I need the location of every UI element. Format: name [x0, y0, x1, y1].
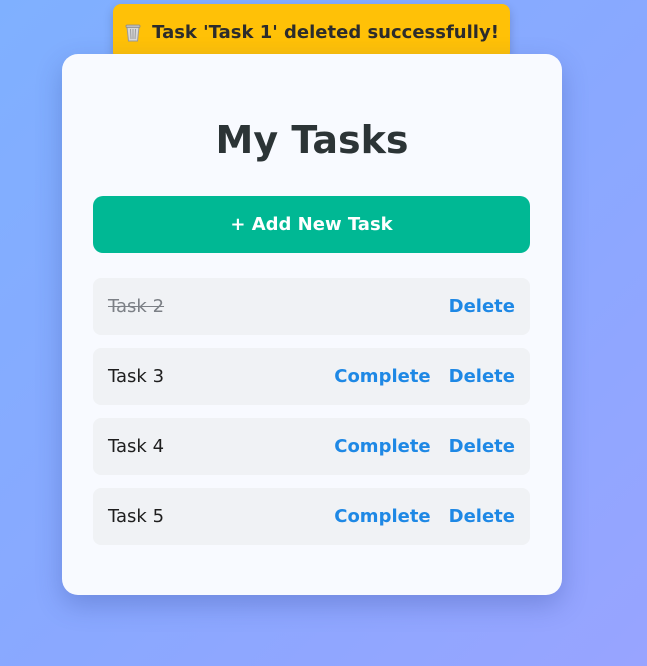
page-title: My Tasks — [215, 118, 409, 162]
task-name: Task 2 — [108, 296, 165, 317]
complete-button[interactable]: Complete — [334, 436, 430, 457]
delete-button[interactable]: Delete — [449, 506, 515, 527]
task-row: Task 2 Delete — [93, 278, 530, 335]
complete-button[interactable]: Complete — [334, 506, 430, 527]
toast-notification: Task 'Task 1' deleted successfully! — [113, 4, 510, 60]
task-name: Task 4 — [108, 436, 165, 457]
task-row: Task 4 Complete Delete — [93, 418, 530, 475]
task-name: Task 3 — [108, 366, 165, 387]
task-actions: Delete — [449, 296, 515, 317]
delete-button[interactable]: Delete — [449, 436, 515, 457]
task-actions: Complete Delete — [334, 506, 515, 527]
task-name: Task 5 — [108, 506, 165, 527]
complete-button[interactable]: Complete — [334, 366, 430, 387]
task-list: Task 2 Delete Task 3 Complete Delete Tas… — [93, 278, 530, 558]
delete-button[interactable]: Delete — [449, 366, 515, 387]
toast-message: Task 'Task 1' deleted successfully! — [152, 21, 499, 43]
task-card: My Tasks + Add New Task Task 2 Delete Ta… — [62, 54, 562, 595]
task-actions: Complete Delete — [334, 436, 515, 457]
wastebasket-icon — [124, 22, 142, 42]
task-actions: Complete Delete — [334, 366, 515, 387]
task-row: Task 3 Complete Delete — [93, 348, 530, 405]
add-task-button[interactable]: + Add New Task — [93, 196, 530, 253]
delete-button[interactable]: Delete — [449, 296, 515, 317]
task-row: Task 5 Complete Delete — [93, 488, 530, 545]
